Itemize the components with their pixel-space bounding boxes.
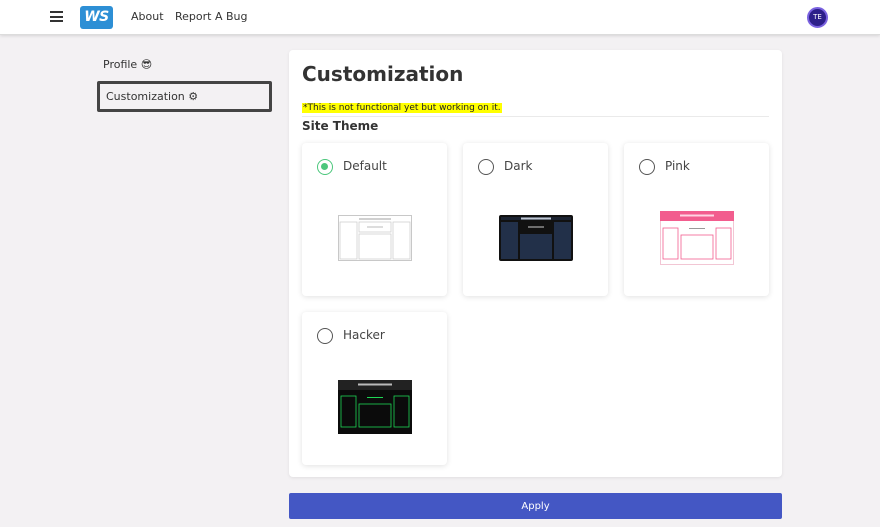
divider: [302, 116, 769, 117]
theme-preview-pink: [660, 211, 734, 265]
customization-panel: Customization *This is not functional ye…: [289, 50, 782, 477]
theme-radio-hacker[interactable]: [317, 328, 333, 344]
theme-card-pink[interactable]: Pink: [624, 143, 769, 296]
user-avatar[interactable]: TE: [807, 7, 828, 28]
sidebar-item-customization[interactable]: Customization ⚙: [97, 81, 272, 112]
theme-card-hacker[interactable]: Hacker: [302, 312, 447, 465]
theme-preview-dark: [499, 215, 573, 261]
site-theme-heading: Site Theme: [302, 119, 379, 133]
site-logo[interactable]: WS: [80, 6, 113, 29]
theme-preview-hacker: [338, 380, 412, 434]
theme-radio-dark[interactable]: [478, 159, 494, 175]
page-title: Customization: [302, 62, 464, 86]
nav-report-bug-link[interactable]: Report A Bug: [175, 10, 247, 23]
sidebar-item-profile[interactable]: Profile 😎: [103, 58, 152, 71]
apply-button[interactable]: Apply: [289, 493, 782, 519]
top-navbar: WS About Report A Bug TE: [0, 0, 880, 35]
not-functional-note: *This is not functional yet but working …: [302, 103, 502, 113]
theme-card-dark[interactable]: Dark: [463, 143, 608, 296]
theme-label-hacker: Hacker: [343, 328, 385, 342]
theme-label-default: Default: [343, 159, 387, 173]
hamburger-menu-icon[interactable]: [50, 11, 63, 22]
theme-label-dark: Dark: [504, 159, 533, 173]
theme-radio-default[interactable]: [317, 159, 333, 175]
theme-radio-pink[interactable]: [639, 159, 655, 175]
theme-card-default[interactable]: Default: [302, 143, 447, 296]
nav-about-link[interactable]: About: [131, 10, 164, 23]
theme-preview-default: [338, 215, 412, 261]
theme-label-pink: Pink: [665, 159, 690, 173]
